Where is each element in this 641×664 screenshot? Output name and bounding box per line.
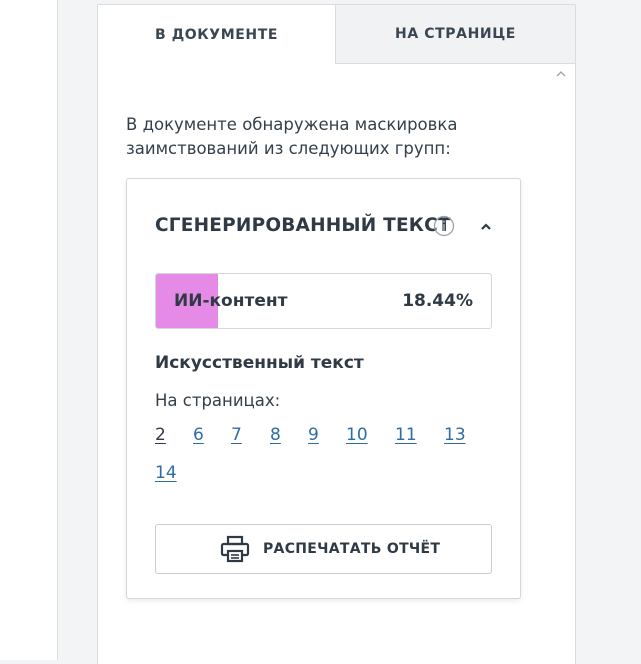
page-link-13[interactable]: 13 xyxy=(444,425,466,445)
intro-text: В документе обнаружена маскировка заимст… xyxy=(126,113,546,161)
page-link-6[interactable]: 6 xyxy=(193,425,204,445)
printer-icon xyxy=(220,535,250,563)
page-link-11[interactable]: 11 xyxy=(395,425,417,445)
group-subtitle: Искусственный текст xyxy=(155,353,364,373)
page-link-2[interactable]: 2 xyxy=(155,425,166,445)
left-panel xyxy=(0,0,58,660)
tab-bar: В ДОКУМЕНТЕ НА СТРАНИЦЕ xyxy=(98,5,575,64)
info-icon[interactable] xyxy=(433,215,455,237)
page-link-10[interactable]: 10 xyxy=(346,425,368,445)
ai-content-label: ИИ-контент xyxy=(174,291,288,311)
intro-line-1: В документе обнаружена маскировка xyxy=(126,115,458,134)
page-link-7[interactable]: 7 xyxy=(231,425,242,445)
page-link-8[interactable]: 8 xyxy=(270,425,281,445)
pages-label: На страницах: xyxy=(155,391,281,410)
print-report-button[interactable]: РАСПЕЧАТАТЬ ОТЧЁТ xyxy=(155,524,492,574)
print-report-label: РАСПЕЧАТАТЬ ОТЧЁТ xyxy=(263,541,441,557)
tab-on-page[interactable]: НА СТРАНИЦЕ xyxy=(336,5,575,64)
ai-content-value: 18.44% xyxy=(402,291,473,311)
page-link-9[interactable]: 9 xyxy=(308,425,319,445)
ai-content-bar: ИИ-контент 18.44% xyxy=(155,273,492,329)
group-card: СГЕНЕРИРОВАННЫЙ ТЕКСТ ИИ-контент 18.44% … xyxy=(126,178,521,599)
intro-line-2: заимствований из следующих групп: xyxy=(126,139,451,158)
tab-in-document[interactable]: В ДОКУМЕНТЕ xyxy=(98,5,336,64)
chevron-up-icon[interactable] xyxy=(479,220,493,232)
page-link-14[interactable]: 14 xyxy=(155,463,177,483)
group-title: СГЕНЕРИРОВАННЫЙ ТЕКСТ xyxy=(155,215,451,236)
results-panel: В ДОКУМЕНТЕ НА СТРАНИЦЕ В документе обна… xyxy=(97,4,576,664)
scroll-up-icon[interactable] xyxy=(554,67,568,81)
